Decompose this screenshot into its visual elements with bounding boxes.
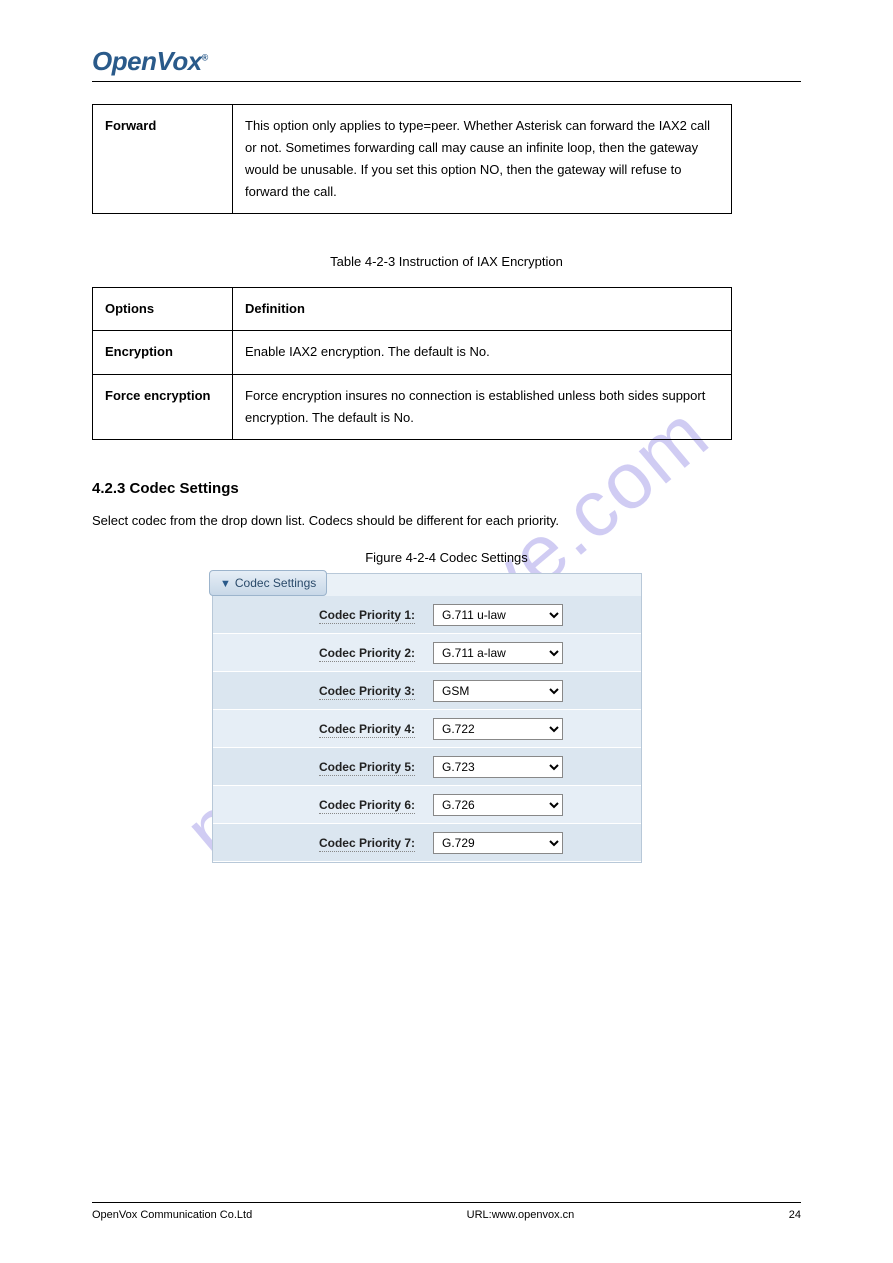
header-rule <box>92 81 801 82</box>
table-row: Force encryption Force encryption insure… <box>93 374 732 439</box>
logo: OpenVox® <box>92 46 801 77</box>
codec-priority-4-select[interactable]: G.722 <box>433 718 563 740</box>
codec-row: Codec Priority 5:G.723 <box>213 748 641 786</box>
footer-company: OpenVox Communication Co.Ltd <box>92 1209 252 1221</box>
table-caption: Table 4-2-3 Instruction of IAX Encryptio… <box>92 254 801 269</box>
codec-label: Codec Priority 6: <box>213 798 433 812</box>
figure-caption: Figure 4-2-4 Codec Settings <box>92 550 801 565</box>
codec-label: Codec Priority 7: <box>213 836 433 850</box>
table-forward: Forward This option only applies to type… <box>92 104 732 214</box>
logo-open: Open <box>92 46 156 76</box>
logo-vox: Vox <box>156 46 201 76</box>
section-body: Select codec from the drop down list. Co… <box>92 509 801 532</box>
codec-row: Codec Priority 3:GSM <box>213 672 641 710</box>
panel-title: Codec Settings <box>235 576 316 590</box>
codec-priority-3-select[interactable]: GSM <box>433 680 563 702</box>
codec-row: Codec Priority 7:G.729 <box>213 824 641 862</box>
codec-row: Codec Priority 2:G.711 a-law <box>213 634 641 672</box>
section-heading: 4.2.3 Codec Settings <box>92 480 801 497</box>
table-cell-desc: Enable IAX2 encryption. The default is N… <box>233 331 732 374</box>
codec-rows: Codec Priority 1:G.711 u-law Codec Prior… <box>213 596 641 862</box>
codec-label: Codec Priority 4: <box>213 722 433 736</box>
footer-url: URL:www.openvox.cn <box>467 1209 575 1221</box>
codec-label: Codec Priority 5: <box>213 760 433 774</box>
codec-priority-5-select[interactable]: G.723 <box>433 756 563 778</box>
codec-priority-7-select[interactable]: G.729 <box>433 832 563 854</box>
codec-settings-panel: ▼ Codec Settings Codec Priority 1:G.711 u… <box>212 573 642 863</box>
table-row: Forward This option only applies to type… <box>93 105 732 214</box>
table-row: Encryption Enable IAX2 encryption. The d… <box>93 331 732 374</box>
table-encryption: Options Definition Encryption Enable IAX… <box>92 287 732 439</box>
codec-row: Codec Priority 1:G.711 u-law <box>213 596 641 634</box>
codec-priority-2-select[interactable]: G.711 a-law <box>433 642 563 664</box>
codec-row: Codec Priority 6:G.726 <box>213 786 641 824</box>
codec-label: Codec Priority 1: <box>213 608 433 622</box>
collapse-icon: ▼ <box>220 578 231 590</box>
codec-priority-6-select[interactable]: G.726 <box>433 794 563 816</box>
codec-row: Codec Priority 4:G.722 <box>213 710 641 748</box>
codec-priority-1-select[interactable]: G.711 u-law <box>433 604 563 626</box>
table-row: Options Definition <box>93 288 732 331</box>
table-cell-desc: Force encryption insures no connection i… <box>233 374 732 439</box>
codec-label: Codec Priority 3: <box>213 684 433 698</box>
table-cell-option: Encryption <box>93 331 233 374</box>
codec-label: Codec Priority 2: <box>213 646 433 660</box>
table-cell-option: Forward <box>93 105 233 214</box>
table-cell-desc: This option only applies to type=peer. W… <box>233 105 732 214</box>
table-cell-option: Force encryption <box>93 374 233 439</box>
panel-header[interactable]: ▼ Codec Settings <box>209 570 327 596</box>
table-header-definition: Definition <box>233 288 732 331</box>
table-header-options: Options <box>93 288 233 331</box>
logo-registered: ® <box>202 52 208 62</box>
footer-page-number: 24 <box>789 1209 801 1221</box>
page-footer: OpenVox Communication Co.Ltd URL:www.ope… <box>92 1202 801 1221</box>
